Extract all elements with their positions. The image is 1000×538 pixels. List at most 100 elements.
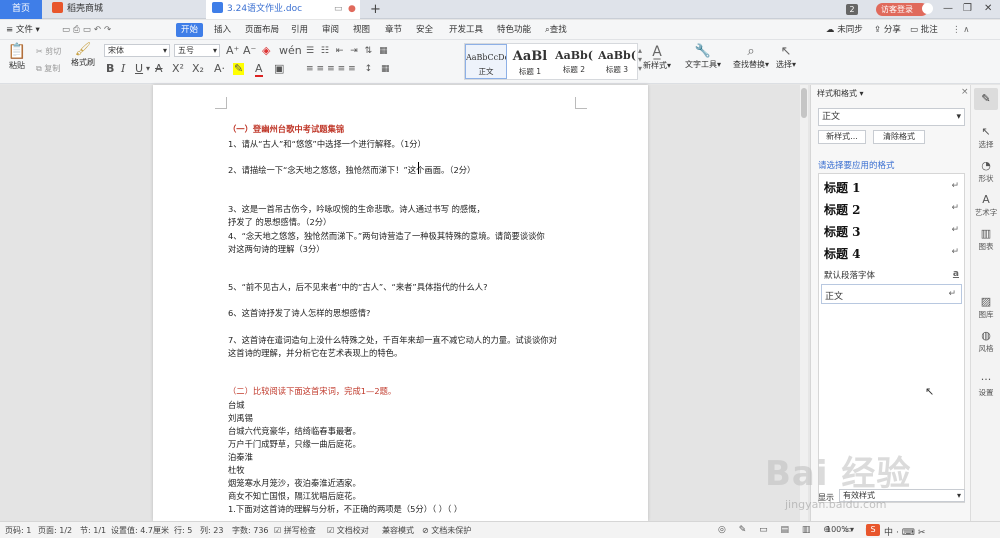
protection-status[interactable]: ⊘ 文档未保护: [422, 525, 471, 536]
style-normal[interactable]: AaBbCcDd 正文: [465, 44, 507, 79]
chevron-down-icon[interactable]: ▾: [146, 63, 150, 75]
list-item-selected[interactable]: 正文 ↵: [821, 284, 962, 304]
grow-font-icon[interactable]: A⁺: [226, 45, 239, 57]
sync-status[interactable]: ☁ 未同步: [826, 23, 863, 37]
sync-label: 未同步: [837, 25, 863, 35]
document-page[interactable]: （一）登幽州台歌中考试题集锦 1、请从“古人”和“悠悠”中选择一个进行解释。（1…: [153, 85, 648, 521]
italic-icon[interactable]: I: [121, 63, 125, 75]
font-name-select[interactable]: 宋体 ▾: [104, 44, 170, 57]
copy-button[interactable]: ⧉ 复制: [36, 63, 60, 74]
comment-label: 批注: [920, 25, 938, 35]
guest-login-button[interactable]: 访客登录: [876, 3, 928, 16]
style-h1-label: 标题 1: [518, 67, 542, 76]
tab-monitor-icon[interactable]: ▭: [334, 0, 343, 19]
status-section[interactable]: 节: 1/1: [80, 525, 106, 536]
style-heading-1[interactable]: AaBl 标题 1: [508, 44, 552, 79]
list-item[interactable]: 标题 4 ↵: [819, 242, 964, 262]
list-buttons[interactable]: ☰ ☷ ⇤ ⇥ ⇅ ▦: [306, 45, 390, 57]
list-item[interactable]: 标题 3 ↵: [819, 220, 964, 240]
phonetic-icon[interactable]: wén: [279, 45, 302, 57]
tab-home[interactable]: 首页: [0, 0, 42, 19]
tab-document[interactable]: 3.24语文作业.doc ▭ ●: [206, 0, 360, 19]
new-tab-button[interactable]: +: [370, 2, 381, 17]
menu-section[interactable]: 章节: [385, 23, 402, 37]
clear-format-button[interactable]: 清除格式: [873, 130, 925, 144]
menu-developer[interactable]: 开发工具: [449, 23, 483, 37]
paste-button[interactable]: 📋 粘贴: [6, 42, 28, 71]
sidebar-item-style[interactable]: ◍ 风格: [971, 329, 1000, 354]
sidebar-item-shape[interactable]: ◔ 形状: [971, 159, 1000, 184]
cut-button[interactable]: ✂ 剪切: [36, 46, 61, 57]
maximize-icon[interactable]: ❐: [963, 3, 972, 14]
style-heading-3[interactable]: AaBb(标题 3: [596, 44, 638, 79]
text-tools-button[interactable]: 🔧 文字工具▾: [684, 44, 722, 70]
style-gallery-scroll[interactable]: ▴ ▾ ▾: [638, 46, 642, 73]
style-heading-2[interactable]: AaBb(标题 2: [552, 44, 596, 79]
subscript-icon[interactable]: X₂: [192, 63, 204, 75]
list-item[interactable]: 标题 1 ↵: [819, 176, 964, 196]
menu-insert[interactable]: 插入: [214, 23, 231, 37]
alignment-buttons[interactable]: ≡≡≡≡≡ ↕ ▦: [306, 63, 392, 75]
status-page-number[interactable]: 页码: 1: [5, 525, 31, 536]
doc-proof-button[interactable]: ☑ 文档校对: [327, 525, 369, 536]
find-replace-button[interactable]: ⌕ 查找替换▾: [732, 44, 770, 70]
sidebar-item-settings[interactable]: ··· 设置: [971, 373, 1000, 398]
tab-store[interactable]: 稻壳商城: [46, 0, 196, 19]
quick-access-icons[interactable]: ▭⎙▭↶↷: [62, 23, 114, 37]
select-button[interactable]: ↖ 选择▾: [774, 44, 798, 70]
clear-format-icon[interactable]: ◈: [262, 45, 270, 57]
zoom-level[interactable]: 100%: [826, 525, 849, 534]
list-item[interactable]: 标题 2 ↵: [819, 198, 964, 218]
zoom-dropdown-icon[interactable]: ▾: [850, 525, 854, 534]
char-border-icon[interactable]: ▣: [274, 63, 284, 75]
avatar[interactable]: [922, 3, 933, 14]
superscript-icon[interactable]: X²: [172, 63, 184, 75]
menu-security[interactable]: 安全: [416, 23, 433, 37]
menu-features[interactable]: 特色功能: [497, 23, 531, 37]
status-pages[interactable]: 页面: 1/2: [38, 525, 72, 536]
strikethrough-icon[interactable]: A: [155, 63, 163, 75]
menu-view[interactable]: 视图: [353, 23, 370, 37]
underline-icon[interactable]: U: [135, 63, 143, 75]
spell-check-toggle[interactable]: ☑ 拼写检查: [274, 525, 316, 536]
text-effect-icon[interactable]: A·: [214, 63, 225, 75]
minimize-icon[interactable]: —: [943, 3, 953, 14]
comment-button[interactable]: ▭ 批注: [910, 23, 938, 37]
sidebar-item-select[interactable]: ↖ 选择: [971, 125, 1000, 150]
shrink-font-icon[interactable]: A⁻: [243, 45, 256, 57]
more-icon[interactable]: ⋮ ∧: [952, 23, 969, 37]
scrollbar-thumb[interactable]: [801, 88, 807, 118]
sidebar-active-tool[interactable]: ✎: [974, 88, 998, 110]
status-word-count[interactable]: 字数: 736: [232, 525, 269, 536]
new-style-panel-button[interactable]: 新样式...: [818, 130, 866, 144]
window-count-badge[interactable]: 2: [846, 4, 858, 15]
sidebar-item-chart[interactable]: ▥ 图表: [971, 227, 1000, 252]
current-style-select[interactable]: 正文 ▾: [818, 108, 965, 126]
menu-start[interactable]: 开始: [176, 23, 204, 37]
sogou-ime-icon[interactable]: S: [866, 524, 880, 536]
sidebar-item-gallery[interactable]: ▨ 图库: [971, 295, 1000, 320]
share-button[interactable]: ⇪ 分享: [874, 23, 901, 37]
menu-page-layout[interactable]: 页面布局: [245, 23, 279, 37]
format-painter-button[interactable]: 🖌 格式刷: [70, 42, 96, 68]
ime-toolbar-icons[interactable]: 中·⌨✂: [884, 525, 928, 538]
bold-icon[interactable]: B: [106, 63, 114, 75]
status-row[interactable]: 行: 5: [174, 525, 192, 536]
view-mode-buttons[interactable]: ◎ ✎ ▭ ▤ ▥ ⊕ ▭ ▭: [718, 525, 878, 535]
panel-close-icon[interactable]: ×: [961, 87, 969, 97]
list-item[interactable]: 默认段落字体 a: [819, 266, 964, 282]
close-icon[interactable]: ✕: [984, 3, 992, 14]
menu-search[interactable]: ⌕查找: [545, 23, 567, 37]
status-setting[interactable]: 设置值: 4.7厘米: [111, 525, 169, 536]
font-size-select[interactable]: 五号 ▾: [174, 44, 220, 57]
menu-review[interactable]: 审阅: [322, 23, 339, 37]
sidebar-item-wordart[interactable]: A 艺术字: [971, 193, 1000, 218]
status-column[interactable]: 列: 23: [200, 525, 223, 536]
menu-file[interactable]: ≡ 文件 ▾: [6, 23, 40, 37]
new-style-button[interactable]: A̲ 新样式▾: [643, 44, 671, 71]
highlight-icon[interactable]: ✎: [233, 63, 245, 75]
font-color-icon[interactable]: A: [255, 63, 263, 77]
doc-line: 万户千门成野草，只缘一曲后庭花。: [228, 439, 361, 449]
menu-references[interactable]: 引用: [291, 23, 308, 37]
menu-bar: ≡ 文件 ▾ ▭⎙▭↶↷ 开始 插入 页面布局 引用 审阅 视图 章节 安全 开…: [0, 20, 1000, 40]
